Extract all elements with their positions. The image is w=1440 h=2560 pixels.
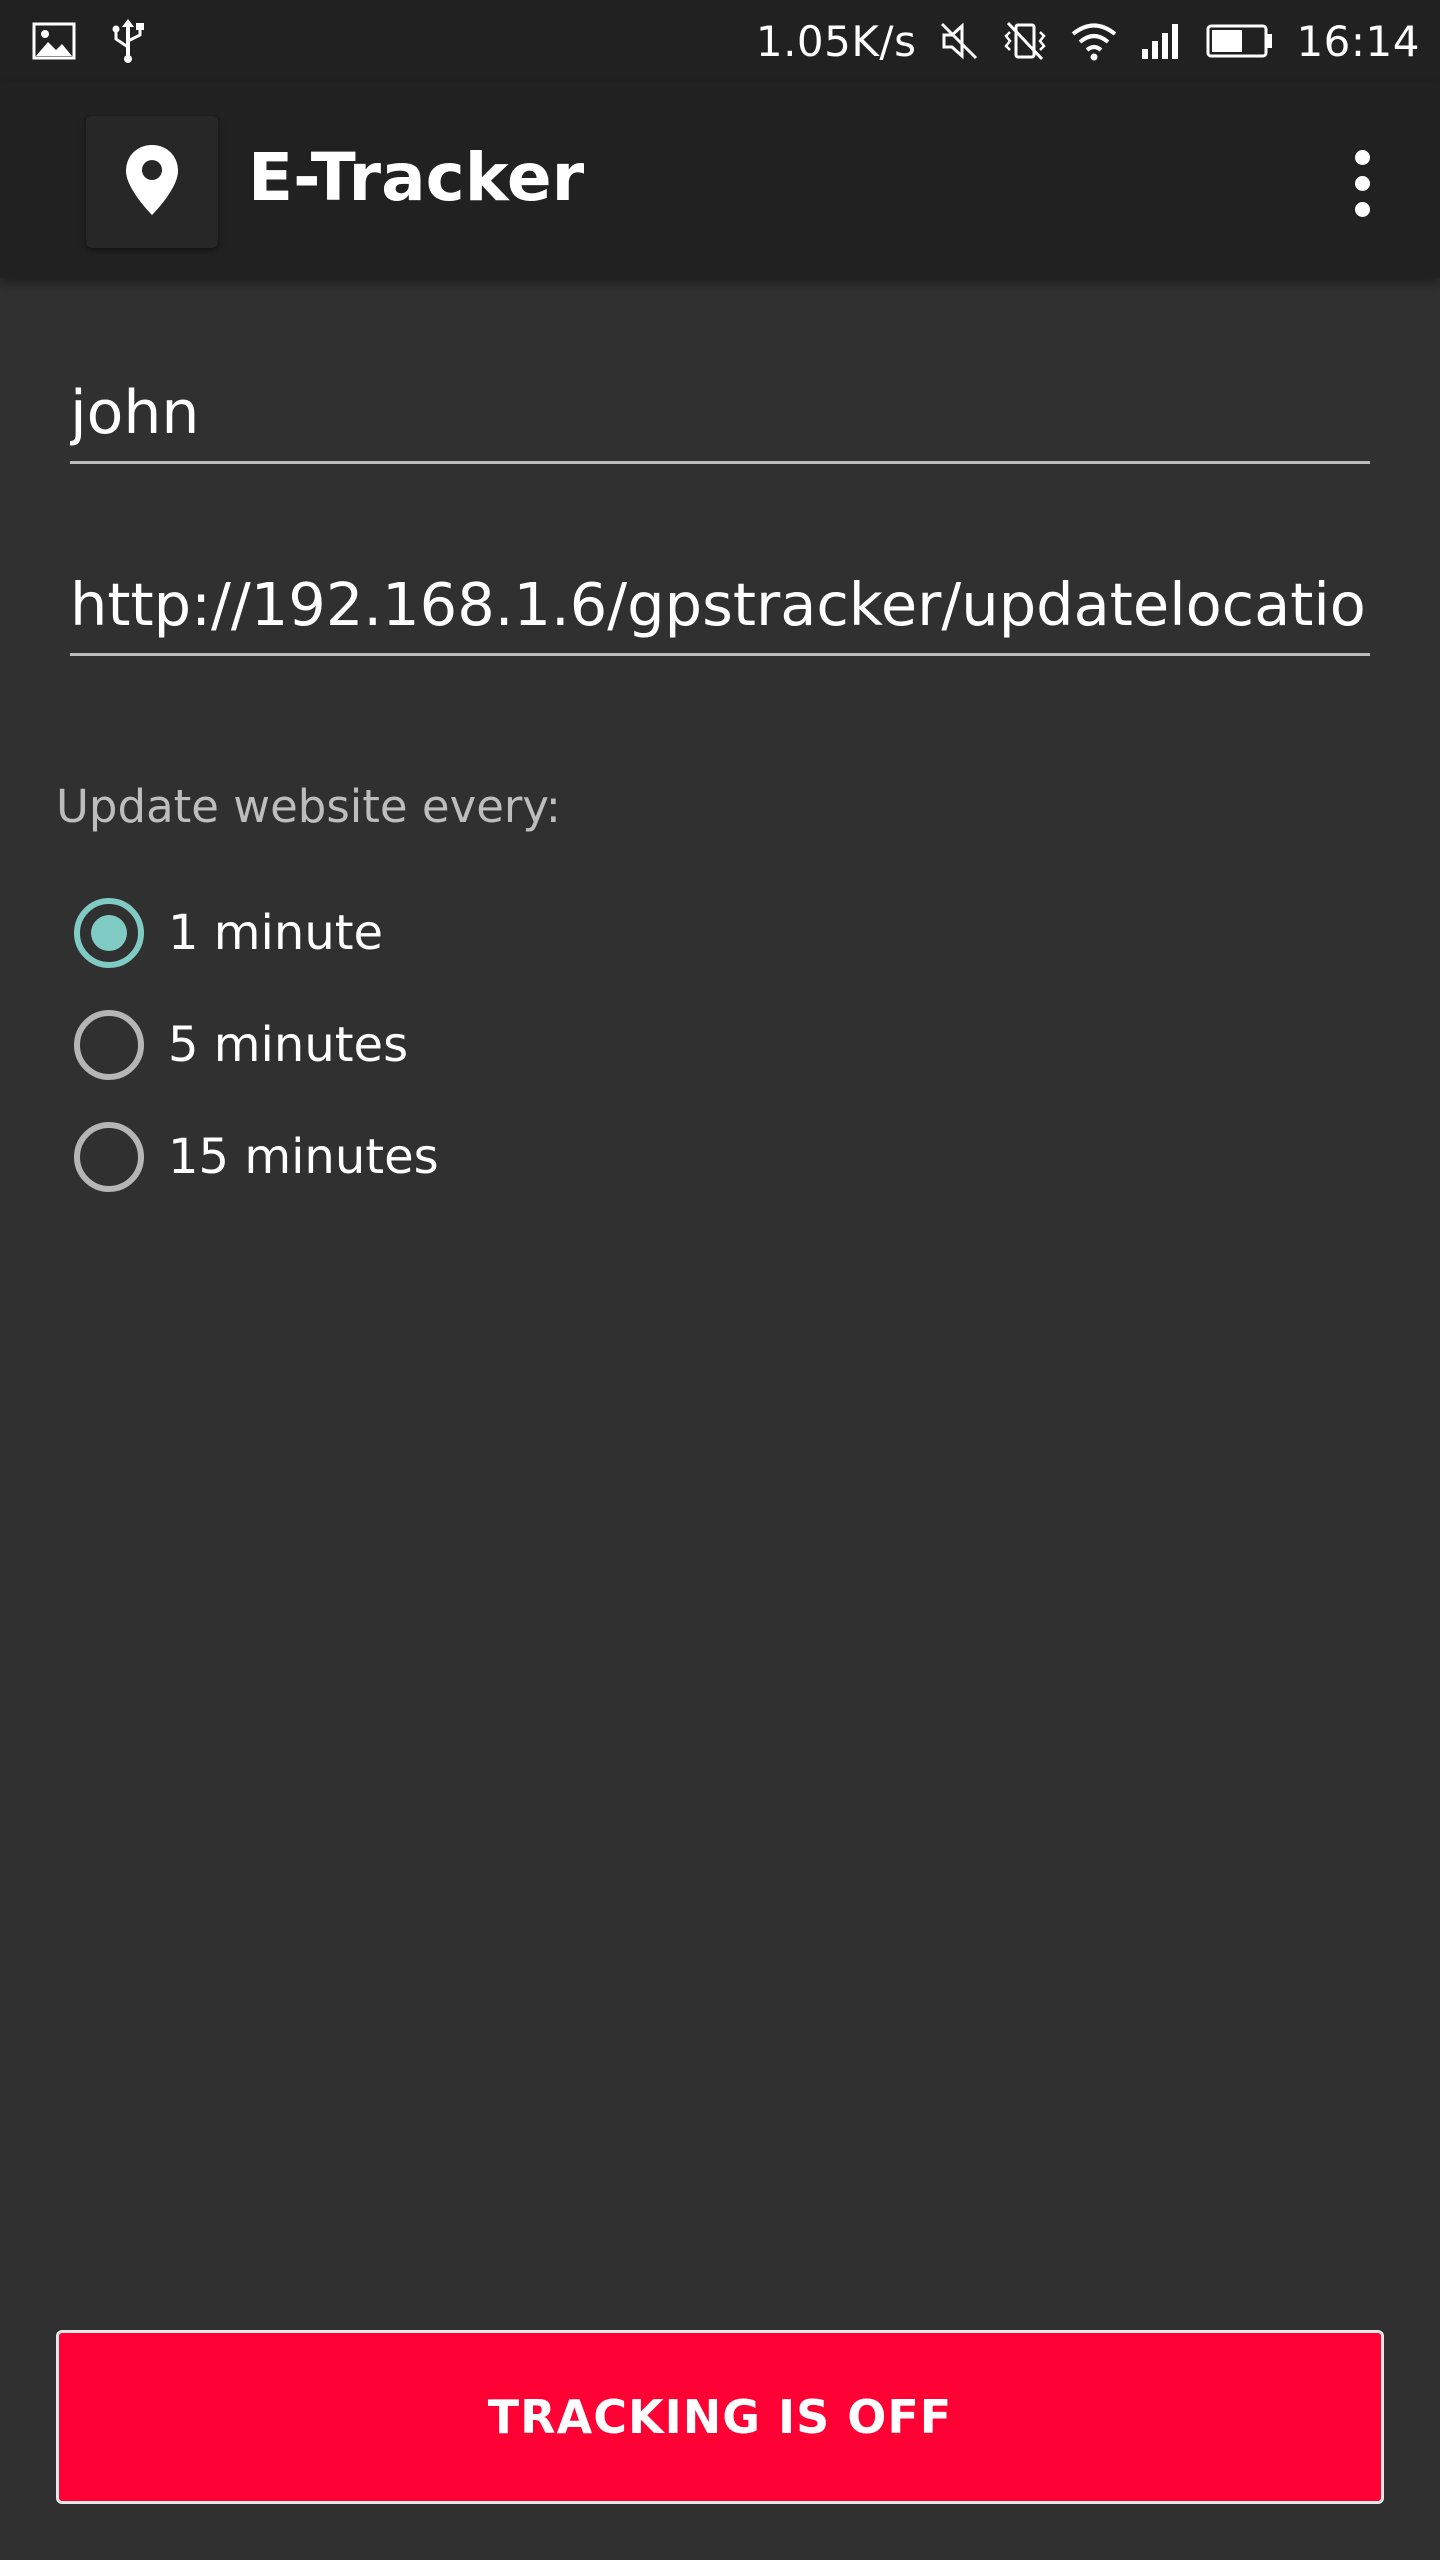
app-title: E-Tracker [248, 139, 585, 216]
url-field-container [70, 566, 1370, 656]
signal-icon [1140, 21, 1184, 61]
network-speed: 1.05K/s [755, 16, 917, 66]
interval-label: Update website every: [56, 780, 561, 833]
radio-label: 15 minutes [168, 1129, 439, 1185]
radio-5-minutes[interactable]: 5 minutes [74, 1005, 408, 1085]
location-pin-icon [124, 143, 180, 221]
clock: 16:14 [1296, 16, 1420, 66]
wifi-icon [1070, 21, 1118, 61]
radio-checked-icon[interactable] [74, 898, 144, 968]
image-icon [32, 22, 76, 60]
radio-unchecked-icon[interactable] [74, 1122, 144, 1192]
status-right-icons: 1.05K/s 16:14 [756, 17, 1420, 66]
app-icon [86, 116, 218, 248]
username-field[interactable] [70, 374, 1370, 461]
status-bar: 1.05K/s 16:14 [0, 0, 1440, 82]
usb-icon [110, 19, 146, 63]
radio-label: 1 minute [168, 905, 384, 961]
tracking-toggle-button[interactable]: TRACKING IS OFF [56, 2330, 1384, 2504]
menu-dot [1354, 201, 1370, 217]
radio-label: 5 minutes [168, 1017, 409, 1073]
mute-icon [938, 20, 980, 62]
app-bar: E-Tracker [0, 82, 1440, 278]
radio-15-minutes[interactable]: 15 minutes [74, 1117, 439, 1197]
menu-dot [1354, 149, 1370, 165]
radio-dot [91, 915, 127, 951]
menu-dot [1354, 175, 1370, 191]
status-left-icons [32, 19, 146, 63]
radio-unchecked-icon[interactable] [74, 1010, 144, 1080]
battery-icon [1206, 22, 1274, 60]
vibrate-off-icon [1002, 20, 1048, 62]
more-vert-icon[interactable] [1330, 138, 1394, 228]
username-field-container [70, 374, 1370, 464]
radio-1-minute[interactable]: 1 minute [74, 893, 383, 973]
url-field[interactable] [70, 566, 1370, 653]
